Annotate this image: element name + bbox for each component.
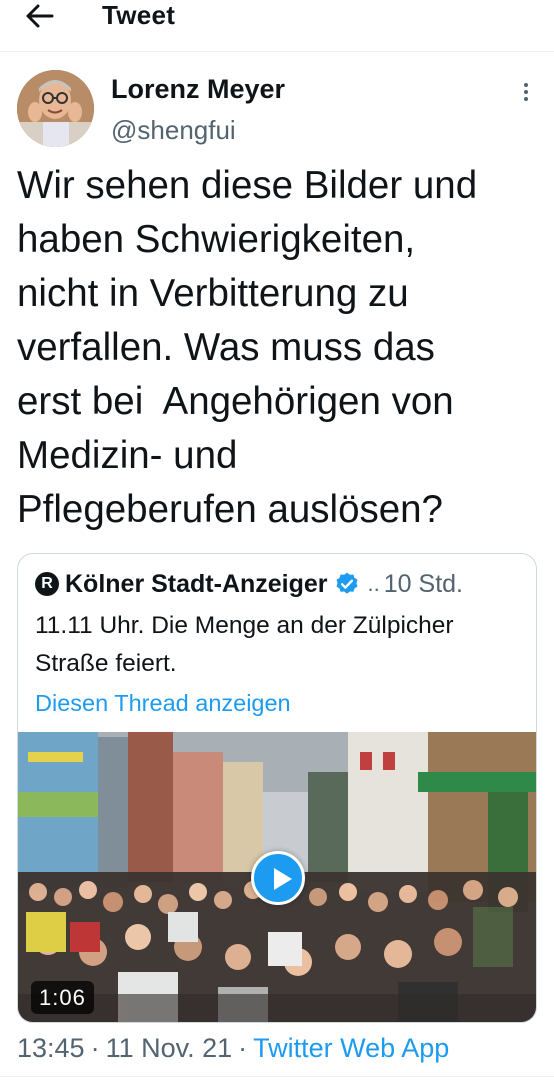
page-title: Tweet — [102, 0, 176, 30]
tweet-metadata: 13:45 · 11 Nov. 21 · Twitter Web App — [17, 1030, 449, 1066]
more-options-icon[interactable] — [516, 80, 536, 108]
publisher-logo-icon: R — [35, 572, 59, 596]
video-player[interactable]: 1:06 — [18, 732, 536, 1022]
arrow-left-icon[interactable] — [24, 2, 56, 30]
tweet-date[interactable]: 11 Nov. 21 — [106, 1033, 233, 1063]
show-thread-link[interactable]: Diesen Thread anzeigen — [35, 687, 291, 719]
video-duration-badge: 1:06 — [31, 981, 94, 1014]
quoted-timestamp[interactable]: 10 Std. — [384, 567, 463, 601]
verified-badge-icon — [336, 572, 358, 594]
separator: · — [238, 1033, 248, 1063]
tweet-text: Wir sehen diese Bilder und haben Schwier… — [17, 164, 478, 531]
avatar[interactable] — [17, 70, 94, 147]
tweet-time[interactable]: 13:45 — [17, 1033, 85, 1063]
play-button[interactable] — [251, 851, 305, 905]
divider — [0, 1076, 554, 1077]
truncated-handle: .. — [367, 571, 380, 596]
top-bar: Tweet — [0, 0, 554, 52]
quoted-author-name[interactable]: Kölner Stadt-Anzeiger — [65, 567, 328, 601]
quoted-tweet-header: R Kölner Stadt-Anzeiger .. 10 Std. — [35, 567, 535, 601]
quoted-tweet-text: 11.11 Uhr. Die Menge an der Zülpicher St… — [35, 612, 454, 677]
author-handle[interactable]: @shengfui — [111, 114, 236, 146]
tweet-source-link[interactable]: Twitter Web App — [253, 1033, 449, 1063]
separator: · — [90, 1033, 100, 1063]
author-name[interactable]: Lorenz Meyer — [111, 72, 285, 106]
quoted-tweet-card[interactable]: R Kölner Stadt-Anzeiger .. 10 Std. 11.11… — [17, 553, 537, 1023]
avatar-image — [17, 70, 94, 147]
